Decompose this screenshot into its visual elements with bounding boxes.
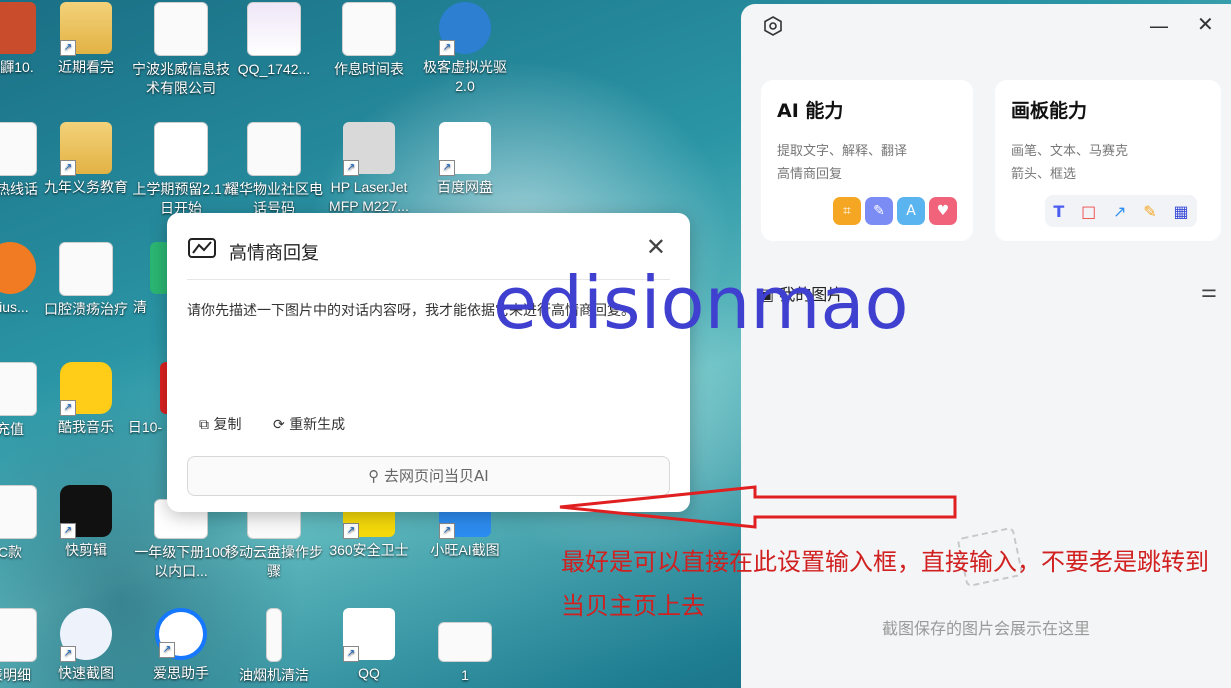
annotation-note: 最好是可以直接在此设置输入框，直接输入，不要老是跳转到当贝主页上去 (561, 548, 1209, 620)
